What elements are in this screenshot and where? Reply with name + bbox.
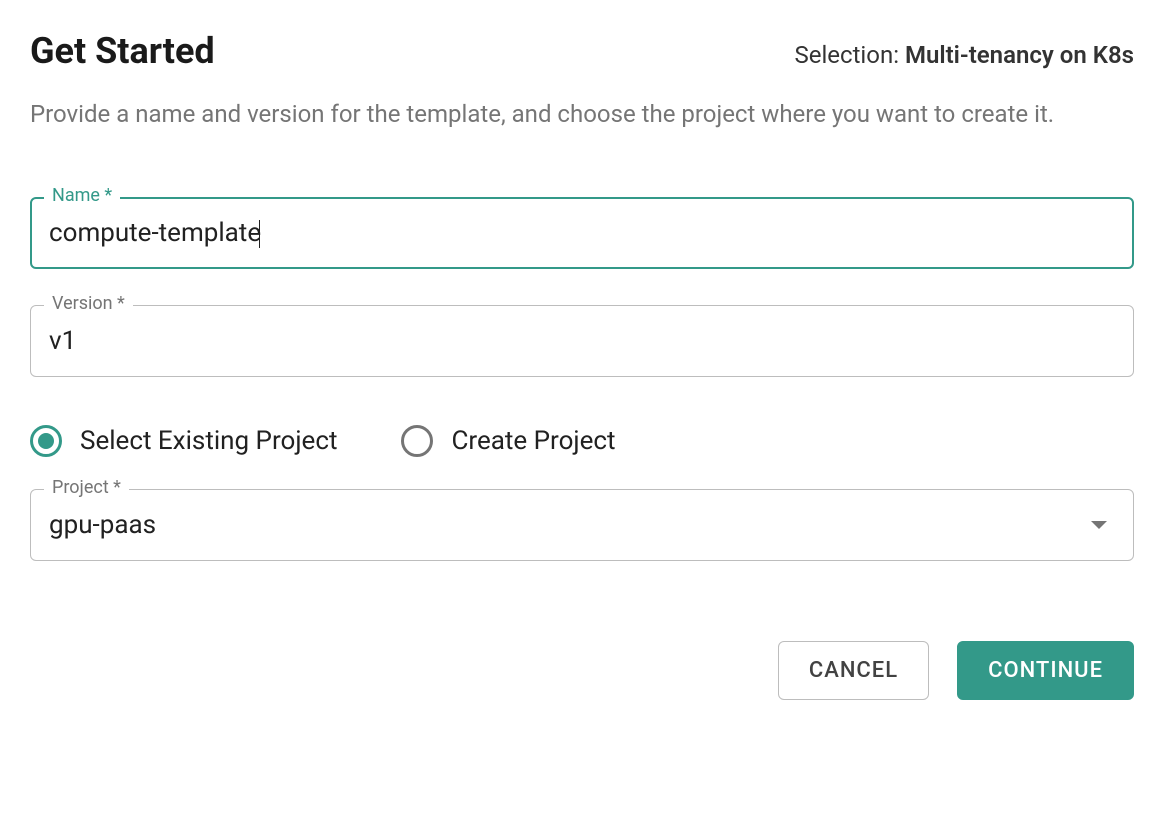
radio-create-label: Create Project [451,426,615,456]
radio-selected-icon [30,425,62,457]
version-label: Version * [44,293,133,314]
radio-create-project[interactable]: Create Project [401,425,615,457]
header: Get Started Selection: Multi-tenancy on … [30,30,1134,72]
radio-unselected-icon [401,425,433,457]
selection-value: Multi-tenancy on K8s [905,41,1134,69]
project-field: Project * gpu-paas [30,489,1134,561]
description-text: Provide a name and version for the templ… [30,96,1134,133]
name-field: Name * compute-template [30,197,1134,269]
project-mode-radios: Select Existing Project Create Project [30,425,1134,457]
cancel-button[interactable]: CANCEL [778,641,929,700]
selection-info: Selection: Multi-tenancy on K8s [794,41,1134,69]
name-input-value: compute-template [49,218,261,248]
radio-existing-label: Select Existing Project [80,426,337,456]
page-title: Get Started [30,30,215,72]
version-field: Version * [30,305,1134,377]
radio-select-existing[interactable]: Select Existing Project [30,425,337,457]
project-label: Project * [44,477,129,498]
name-input[interactable]: compute-template [30,197,1134,269]
action-buttons: CANCEL CONTINUE [30,641,1134,700]
selection-label: Selection: [794,41,905,69]
project-select-value: gpu-paas [49,510,156,540]
name-label: Name * [44,185,120,206]
chevron-down-icon [1091,521,1107,529]
version-input[interactable] [30,305,1134,377]
text-caret [259,220,260,248]
project-select[interactable]: gpu-paas [30,489,1134,561]
continue-button[interactable]: CONTINUE [957,641,1134,700]
